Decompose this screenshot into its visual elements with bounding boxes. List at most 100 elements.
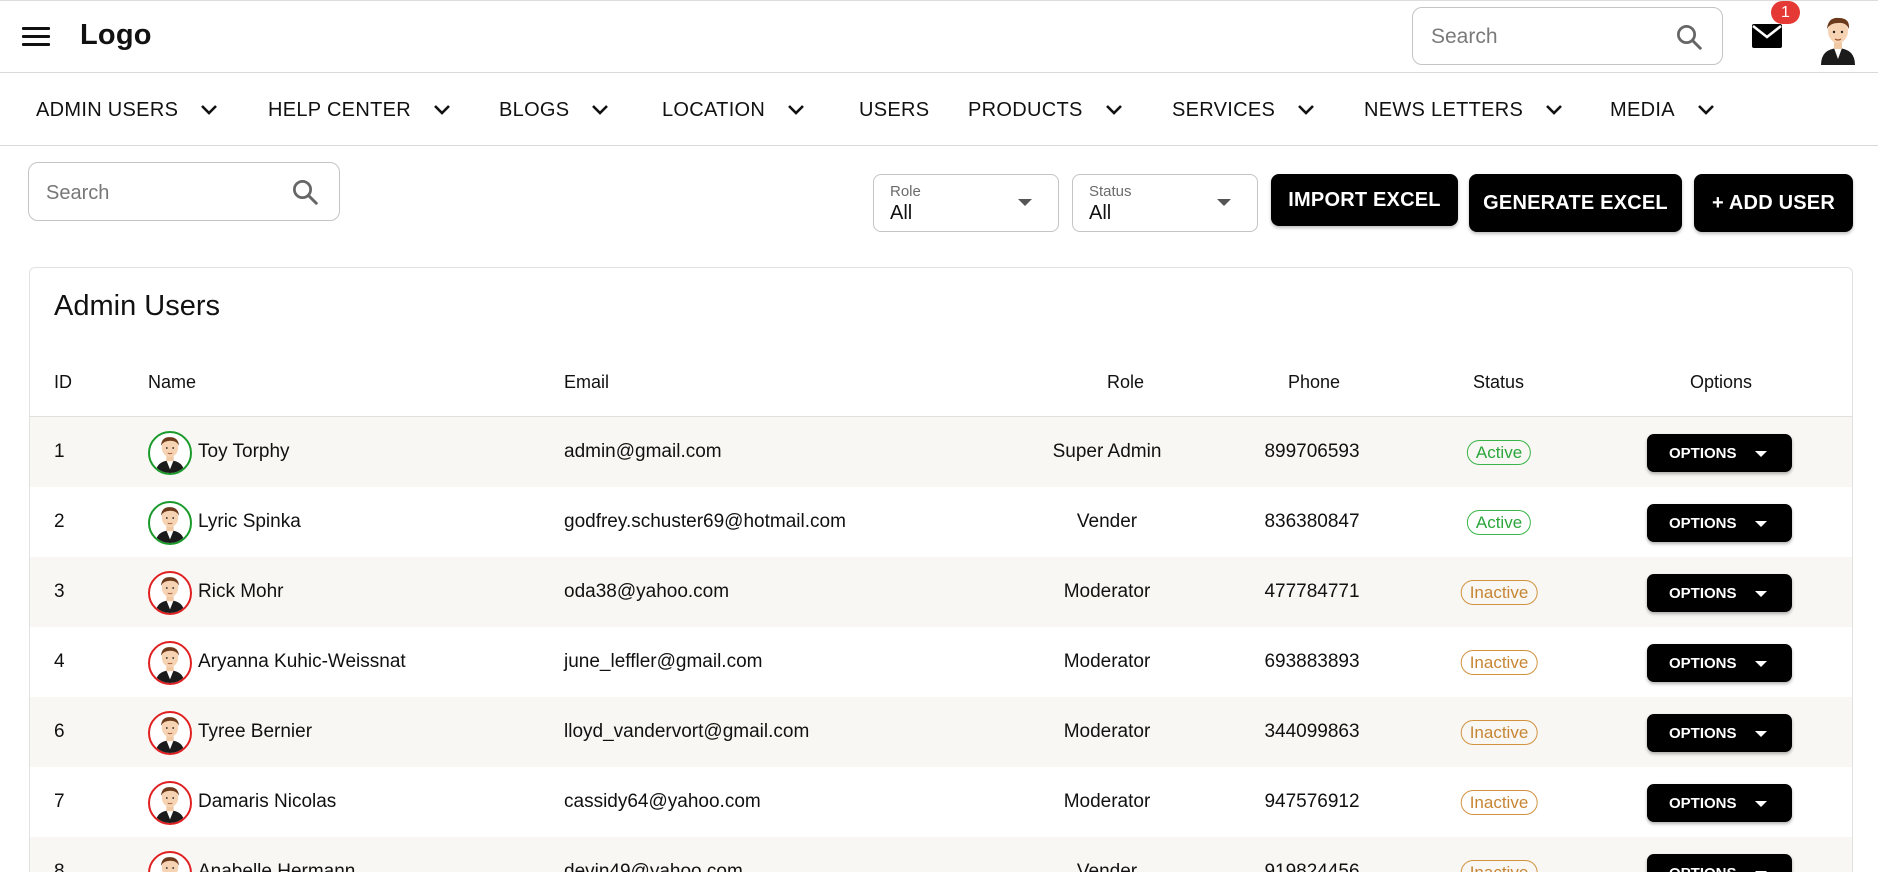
nav-products[interactable]: PRODUCTS: [968, 98, 1123, 122]
nav-media[interactable]: MEDIA: [1610, 98, 1715, 122]
cell-email: admin@gmail.com: [564, 441, 722, 462]
dropdown-arrow-icon: [1755, 451, 1767, 457]
nav-label: USERS: [859, 98, 930, 121]
main-nav: ADMIN USERS HELP CENTER BLOGS LOCATION U…: [0, 73, 1878, 146]
chevron-down-icon: [1546, 105, 1563, 115]
column-header-options: Options: [1690, 372, 1753, 392]
top-bar: Logo 1: [0, 0, 1878, 73]
nav-help-center[interactable]: HELP CENTER: [268, 98, 451, 122]
user-avatar: [148, 851, 192, 872]
status-badge: Inactive: [1460, 790, 1538, 815]
cell-role: Moderator: [1063, 651, 1151, 672]
nav-label: PRODUCTS: [968, 98, 1083, 121]
table-row: 8 Anabelle Hermann devin49@yahoo.com Vender…: [30, 837, 1852, 872]
cell-phone: 899706593: [1264, 441, 1360, 462]
options-button[interactable]: OPTIONS: [1647, 574, 1792, 612]
options-button[interactable]: OPTIONS: [1647, 644, 1792, 682]
options-button[interactable]: OPTIONS: [1647, 714, 1792, 752]
nav-label: BLOGS: [499, 98, 570, 121]
user-search: [28, 162, 340, 221]
chevron-down-icon: [434, 105, 450, 115]
cell-name: Tyree Bernier: [198, 721, 313, 742]
options-button-label: OPTIONS: [1669, 725, 1737, 742]
options-button-label: OPTIONS: [1669, 445, 1737, 462]
user-avatar: [148, 571, 192, 615]
import-excel-button[interactable]: IMPORT EXCEL: [1271, 174, 1458, 226]
header-search-input[interactable]: [1431, 22, 1661, 52]
table-title: Admin Users: [54, 290, 220, 322]
cell-role: Super Admin: [1052, 441, 1162, 462]
options-button[interactable]: OPTIONS: [1647, 434, 1792, 472]
nav-label: SERVICES: [1172, 98, 1276, 121]
status-filter-select[interactable]: Status All: [1072, 174, 1258, 232]
generate-excel-button[interactable]: GENERATE EXCEL: [1469, 174, 1682, 232]
cell-phone: 836380847: [1264, 511, 1360, 532]
cell-id: 2: [54, 511, 65, 532]
nav-label: NEWS LETTERS: [1364, 98, 1524, 121]
user-avatar: [148, 641, 192, 685]
cell-name: Rick Mohr: [198, 581, 284, 602]
cell-name: Toy Torphy: [198, 441, 290, 462]
column-header-phone: Phone: [1288, 372, 1341, 392]
nav-users[interactable]: USERS: [859, 98, 929, 122]
add-user-button[interactable]: + ADD USER: [1694, 174, 1853, 232]
cell-email: oda38@yahoo.com: [564, 581, 730, 602]
cell-role: Moderator: [1063, 581, 1151, 602]
chevron-down-icon: [1298, 105, 1315, 115]
chevron-down-icon: [201, 105, 218, 115]
role-filter-label: Role: [890, 183, 921, 200]
chevron-down-icon: [592, 105, 609, 115]
cell-email: june_leffler@gmail.com: [564, 651, 763, 672]
chevron-down-icon: [788, 105, 805, 115]
options-button-label: OPTIONS: [1669, 515, 1737, 532]
nav-services[interactable]: SERVICES: [1172, 98, 1315, 122]
menu-icon[interactable]: [22, 27, 50, 47]
nav-news-letters[interactable]: NEWS LETTERS: [1364, 98, 1563, 122]
user-avatar: [148, 781, 192, 825]
dropdown-arrow-icon: [1755, 731, 1767, 737]
nav-blogs[interactable]: BLOGS: [499, 98, 609, 122]
options-button-label: OPTIONS: [1669, 585, 1737, 602]
user-avatar[interactable]: [1817, 13, 1859, 65]
status-badge: Active: [1466, 440, 1532, 465]
user-avatar: [148, 711, 192, 755]
cell-id: 8: [54, 861, 65, 872]
table-row: 1 Toy Torphy admin@gmail.com Super Admin 899…: [30, 417, 1852, 487]
options-button[interactable]: OPTIONS: [1647, 504, 1792, 542]
mail-icon[interactable]: [1750, 21, 1784, 51]
table-row: 6 Tyree Bernier lloyd_vandervort@gmail.com…: [30, 697, 1852, 767]
role-filter-select[interactable]: Role All: [873, 174, 1059, 232]
cell-email: devin49@yahoo.com: [564, 861, 743, 872]
nav-admin-users[interactable]: ADMIN USERS: [36, 98, 218, 122]
options-button[interactable]: OPTIONS: [1647, 854, 1792, 872]
column-header-name: Name: [148, 372, 197, 392]
user-avatar: [148, 431, 192, 475]
chevron-down-icon: [1697, 105, 1714, 115]
logo[interactable]: Logo: [80, 19, 152, 52]
status-badge: Active: [1466, 510, 1532, 535]
cell-email: godfrey.schuster69@hotmail.com: [564, 511, 846, 532]
user-avatar: [148, 501, 192, 545]
nav-location[interactable]: LOCATION: [662, 98, 805, 122]
search-icon[interactable]: [1674, 22, 1704, 52]
options-button-label: OPTIONS: [1669, 655, 1737, 672]
notification-badge: 1: [1771, 1, 1800, 24]
cell-name: Lyric Spinka: [198, 511, 301, 532]
dropdown-arrow-icon: [1755, 521, 1767, 527]
options-button[interactable]: OPTIONS: [1647, 784, 1792, 822]
options-button-label: OPTIONS: [1669, 795, 1737, 812]
dropdown-arrow-icon: [1755, 801, 1767, 807]
admin-users-card: Admin Users ID Name Email Role Phone Sta…: [29, 267, 1853, 872]
cell-phone: 919824456: [1264, 861, 1360, 872]
cell-email: cassidy64@yahoo.com: [564, 791, 761, 812]
cell-id: 6: [54, 721, 65, 742]
column-header-status: Status: [1473, 372, 1525, 392]
status-badge: Inactive: [1460, 860, 1538, 872]
nav-label: LOCATION: [662, 98, 766, 121]
table-row: 2 Lyric Spinka godfrey.schuster69@hotmail.…: [30, 487, 1852, 557]
cell-email: lloyd_vandervort@gmail.com: [564, 721, 810, 742]
search-icon[interactable]: [290, 177, 320, 207]
user-search-input[interactable]: [46, 178, 276, 208]
cell-id: 3: [54, 581, 65, 602]
column-header-id: ID: [54, 372, 72, 392]
